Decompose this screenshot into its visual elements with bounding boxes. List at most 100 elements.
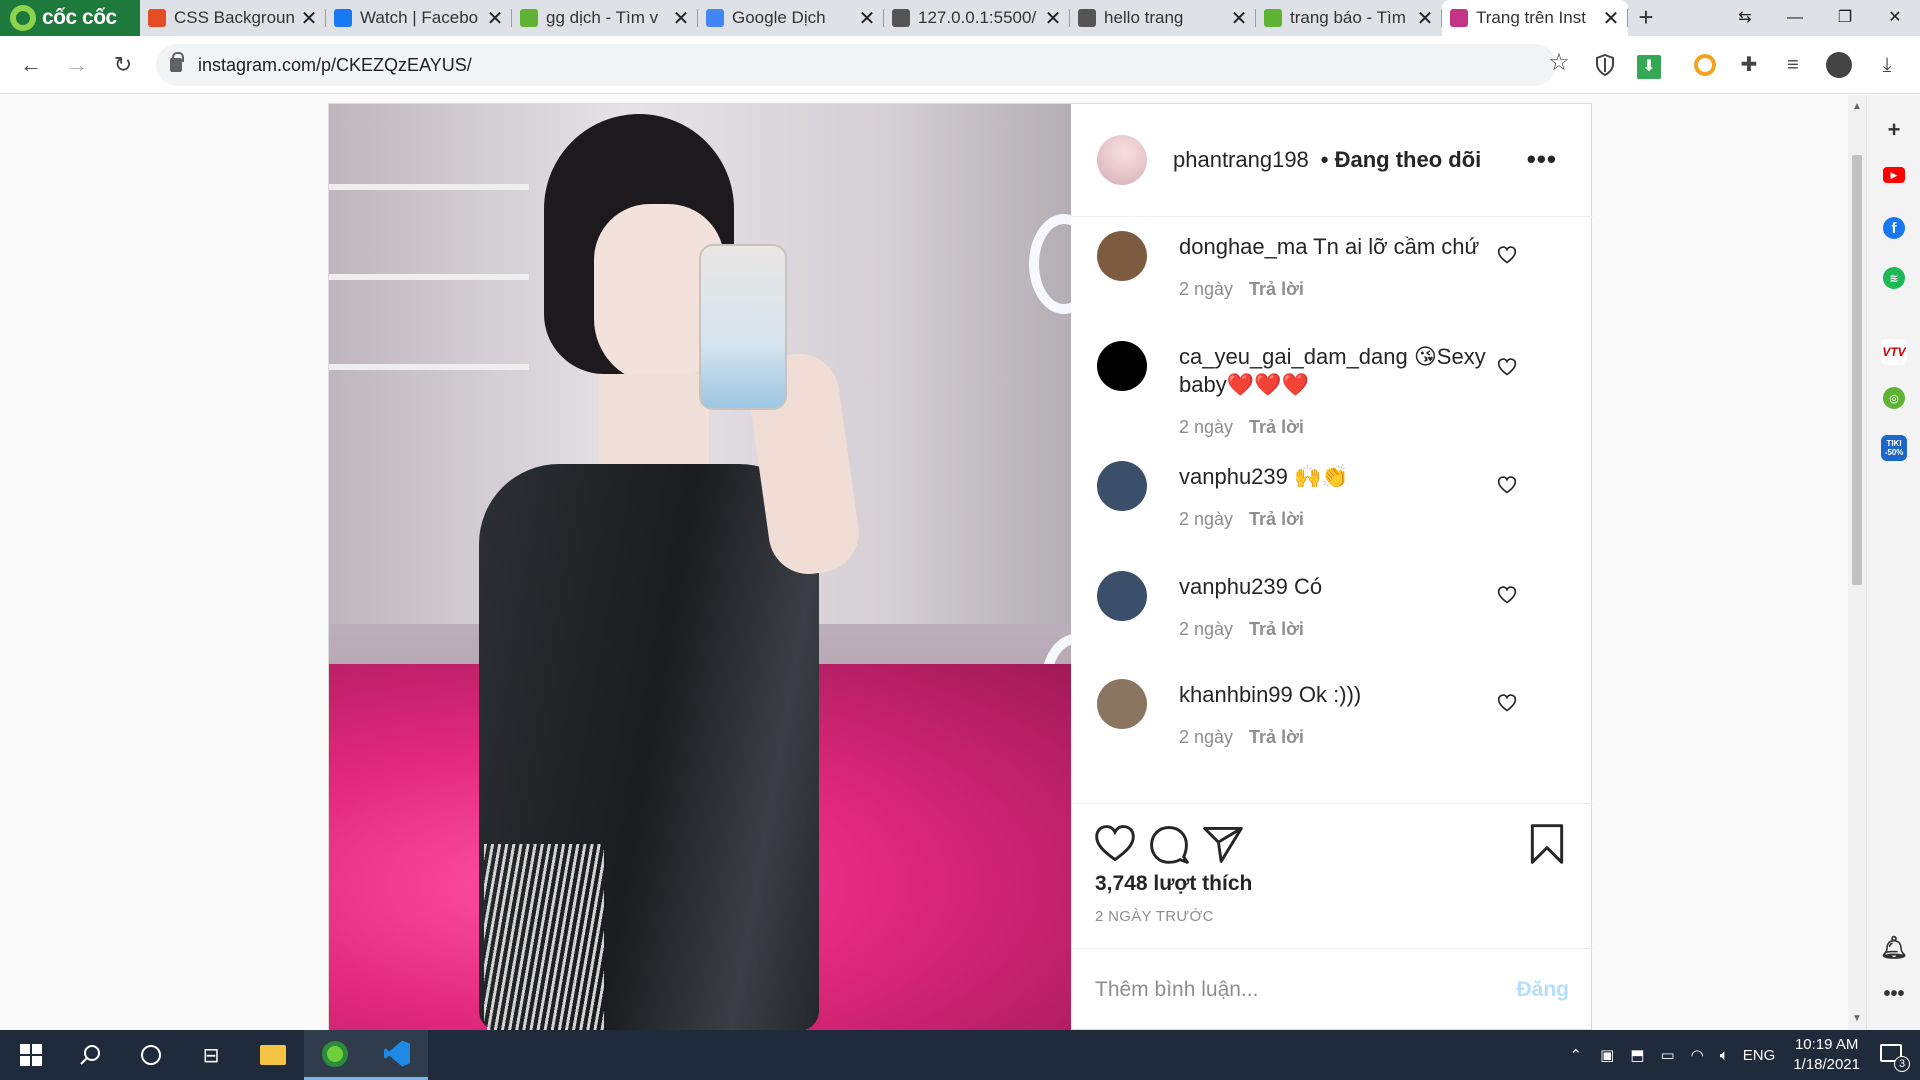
coccoc-map-icon[interactable]: ◎ <box>1883 387 1905 409</box>
share-direct-icon[interactable] <box>1201 822 1245 866</box>
cortana-icon[interactable] <box>120 1030 182 1080</box>
scrollbar-thumb[interactable] <box>1852 155 1862 585</box>
comment-like-heart-icon[interactable] <box>1497 357 1517 377</box>
reply-button[interactable]: Trả lời <box>1249 509 1304 529</box>
comment-like-heart-icon[interactable] <box>1497 693 1517 713</box>
coccoc-taskbar-icon[interactable] <box>304 1030 366 1080</box>
close-tab-icon[interactable]: ✕ <box>486 6 504 31</box>
tray-network-app-icon[interactable]: ⬒ <box>1630 1046 1644 1064</box>
reply-button[interactable]: Trả lời <box>1249 279 1304 299</box>
comment-avatar[interactable] <box>1097 231 1147 281</box>
extensions-puzzle-icon[interactable]: ✚ <box>1732 48 1766 82</box>
file-explorer-icon[interactable] <box>242 1030 304 1080</box>
browser-tab[interactable]: trang báo - Tìm ✕ <box>1256 0 1442 36</box>
sidebar-more-icon[interactable]: ••• <box>1881 981 1907 1007</box>
more-options-icon[interactable]: ••• <box>1527 144 1557 175</box>
comment-avatar[interactable] <box>1097 571 1147 621</box>
comment-avatar[interactable] <box>1097 679 1147 729</box>
comment-meta: 2 ngày Trả lời <box>1179 619 1304 640</box>
tray-chevron-icon[interactable]: ⌃ <box>1570 1046 1583 1064</box>
minimize-button[interactable]: — <box>1770 0 1820 36</box>
comment-like-heart-icon[interactable] <box>1497 475 1517 495</box>
comment-username[interactable]: donghae_ma <box>1179 234 1307 259</box>
sidebar-add-icon[interactable]: + <box>1881 117 1907 143</box>
wifi-icon[interactable]: ◠ <box>1691 1046 1704 1064</box>
downloads-icon[interactable]: ⤓ <box>1870 48 1904 82</box>
vtv-go-icon[interactable]: VTV <box>1881 339 1907 365</box>
comment-username[interactable]: ca_yeu_gai_dam_dang <box>1179 344 1408 369</box>
close-tab-icon[interactable]: ✕ <box>1416 6 1434 31</box>
tray-device-icon[interactable]: ▣ <box>1600 1046 1614 1064</box>
browser-tab[interactable]: gg dịch - Tìm v ✕ <box>512 0 698 36</box>
clock[interactable]: 10:19 AM 1/18/2021 <box>1793 1035 1860 1075</box>
tab-title: trang báo - Tìm <box>1290 8 1406 27</box>
language-indicator[interactable]: ENG <box>1743 1047 1776 1064</box>
reload-button[interactable]: ↻ <box>106 48 140 82</box>
comment-time: 2 ngày <box>1179 279 1234 299</box>
browser-tab[interactable]: Watch | Facebo ✕ <box>326 0 512 36</box>
url-input[interactable] <box>198 54 1498 76</box>
youtube-icon[interactable]: ▶ <box>1883 167 1905 183</box>
coccoc-extension-icon[interactable] <box>1688 48 1722 82</box>
volume-icon[interactable]: 🔈︎ <box>1720 1047 1729 1064</box>
restore-button[interactable]: ❐ <box>1820 0 1870 36</box>
forward-button[interactable]: → <box>60 48 94 82</box>
browser-tab[interactable]: Google Dịch ✕ <box>698 0 884 36</box>
like-heart-icon[interactable] <box>1093 822 1137 866</box>
comment-bubble-icon[interactable] <box>1147 822 1191 866</box>
back-button[interactable]: ← <box>14 48 48 82</box>
tiki-icon[interactable]: TIKI -50% <box>1881 435 1907 461</box>
close-tab-icon[interactable]: ✕ <box>1230 6 1248 31</box>
post-comment-button[interactable]: Đăng <box>1517 978 1570 1002</box>
browser-menu-button[interactable]: cốc cốc <box>0 0 140 36</box>
download-extension-icon[interactable]: ⬇ <box>1632 48 1666 82</box>
action-center-icon[interactable]: 3 <box>1880 1044 1910 1072</box>
browser-tab[interactable]: 127.0.0.1:5500/ ✕ <box>884 0 1070 36</box>
task-view-icon[interactable]: ⊟ <box>180 1030 242 1080</box>
owner-avatar[interactable] <box>1097 135 1147 185</box>
browser-tab[interactable]: hello trang ✕ <box>1070 0 1256 36</box>
comment-username[interactable]: vanphu239 <box>1179 464 1288 489</box>
battery-icon[interactable]: ▭ <box>1660 1046 1674 1064</box>
new-tab-button[interactable]: + <box>1628 0 1664 36</box>
profile-avatar-icon[interactable] <box>1822 48 1856 82</box>
search-icon[interactable] <box>60 1030 122 1080</box>
reply-button[interactable]: Trả lời <box>1249 417 1304 437</box>
close-tab-icon[interactable]: ✕ <box>1044 6 1062 31</box>
add-comment-bar: Đăng <box>1071 948 1593 1031</box>
comment-input[interactable] <box>1095 978 1517 1002</box>
owner-username-link[interactable]: phantrang198 <box>1173 147 1309 173</box>
post-photo[interactable] <box>329 104 1071 1031</box>
close-tab-icon[interactable]: ✕ <box>300 6 318 31</box>
comment-like-heart-icon[interactable] <box>1497 245 1517 265</box>
comment-username[interactable]: vanphu239 <box>1179 574 1288 599</box>
comment-username[interactable]: khanhbin99 <box>1179 682 1293 707</box>
like-count[interactable]: 3,748 lượt thích <box>1095 872 1252 896</box>
bookmark-star-icon[interactable]: ☆ <box>1542 46 1576 80</box>
shield-icon[interactable] <box>1588 48 1622 82</box>
close-tab-icon[interactable]: ✕ <box>1602 6 1620 31</box>
address-bar[interactable] <box>156 44 1556 86</box>
close-tab-icon[interactable]: ✕ <box>672 6 690 31</box>
tab-title: Trang trên Inst <box>1476 8 1586 27</box>
following-status[interactable]: • Đang theo dõi <box>1321 147 1481 173</box>
comment-list: donghae_ma Tn ai lỡ cầm chứ 2 ngày Trả lời… <box>1071 217 1593 803</box>
save-bookmark-icon[interactable] <box>1525 822 1569 866</box>
close-tab-icon[interactable]: ✕ <box>858 6 876 31</box>
browser-tab[interactable]: CSS Backgroun ✕ <box>140 0 326 36</box>
vscode-taskbar-icon[interactable] <box>366 1030 428 1080</box>
comment-like-heart-icon[interactable] <box>1497 585 1517 605</box>
tab-search-icon[interactable]: ⇆ <box>1720 0 1770 36</box>
notification-bell-icon[interactable]: 🔔︎ <box>1880 935 1908 961</box>
comment-avatar[interactable] <box>1097 461 1147 511</box>
windows-start-icon[interactable] <box>0 1030 62 1080</box>
page-scrollbar[interactable]: ▲ ▼ <box>1848 95 1866 1030</box>
reply-button[interactable]: Trả lời <box>1249 619 1304 639</box>
browser-tab[interactable]: Trang trên Inst ✕ <box>1442 0 1628 36</box>
close-window-button[interactable]: ✕ <box>1870 0 1920 36</box>
reply-button[interactable]: Trả lời <box>1249 727 1304 747</box>
facebook-icon[interactable]: f <box>1883 217 1905 239</box>
media-playlist-icon[interactable]: ≡ <box>1776 48 1810 82</box>
spotify-icon[interactable]: ≋ <box>1883 267 1905 289</box>
comment-avatar[interactable] <box>1097 341 1147 391</box>
